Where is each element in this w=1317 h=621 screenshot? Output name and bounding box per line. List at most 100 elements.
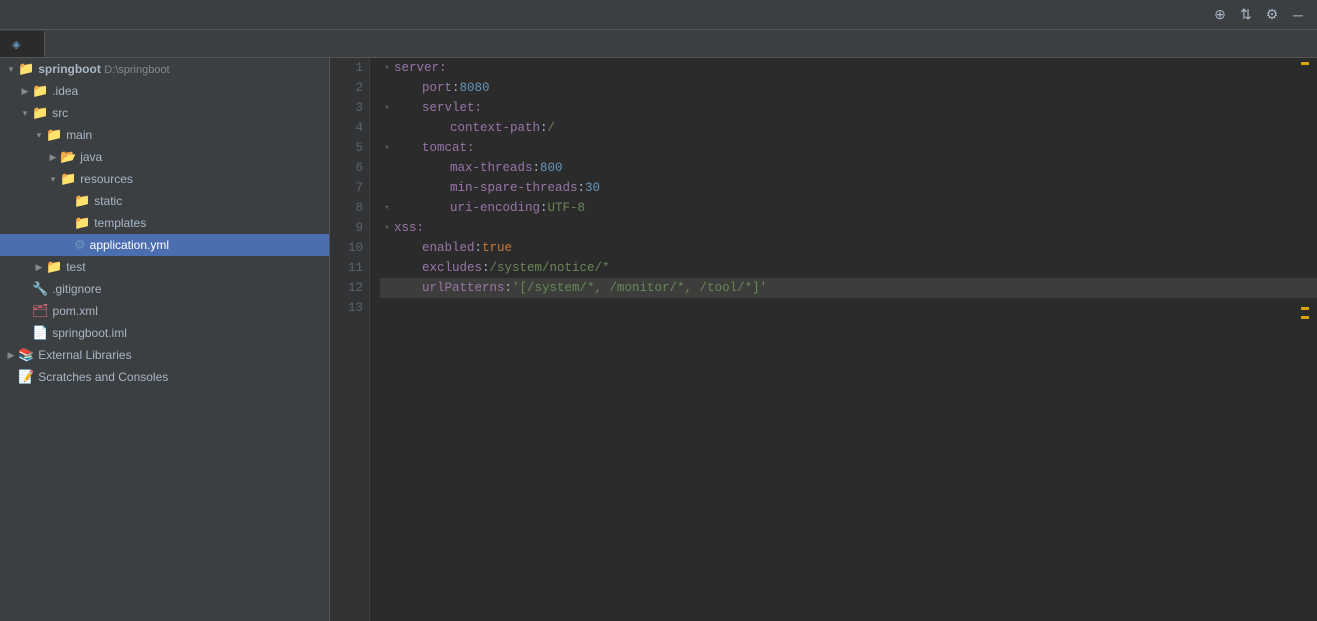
tree-arrow-java: ▶: [46, 152, 60, 163]
sidebar-item-src[interactable]: ▾📁src: [0, 102, 329, 124]
line-number-4: 4: [336, 118, 363, 138]
tree-label-springboot: springboot D:\springboot: [38, 62, 169, 76]
code-line-12: urlPatterns: '[/system/*, /monitor/*, /t…: [380, 278, 1317, 298]
code-line-9: ▾xss:: [380, 218, 1317, 238]
folder-icon: 📁: [46, 259, 62, 275]
sidebar-item-java[interactable]: ▶📂java: [0, 146, 329, 168]
sidebar: ▾📁springboot D:\springboot▶📁.idea▾📁src▾📁…: [0, 58, 330, 621]
token: uri-encoding: [450, 198, 540, 218]
token: :: [475, 238, 483, 258]
line-number-10: 10: [336, 238, 363, 258]
line-number-5: 5: [336, 138, 363, 158]
sidebar-item-pom.xml[interactable]: 🗂pom.xml: [0, 300, 329, 322]
code-line-13: [380, 298, 1317, 318]
token: 800: [540, 158, 563, 178]
margin-mark-yellow: [1301, 62, 1309, 65]
sidebar-item-external-libraries[interactable]: ▶📚 External Libraries: [0, 344, 329, 366]
line-number-3: 3: [336, 98, 363, 118]
token: /system/notice/*: [490, 258, 610, 278]
ext-lib-icon: 📚: [18, 347, 34, 363]
code-line-11: excludes: /system/notice/*: [380, 258, 1317, 278]
tree-label-external-libraries: External Libraries: [38, 348, 131, 362]
token: :: [482, 258, 490, 278]
fold-btn-5[interactable]: ▾: [380, 138, 394, 158]
tree-label-gitignore: .gitignore: [52, 282, 101, 296]
code-line-7: min-spare-threads: 30: [380, 178, 1317, 198]
sidebar-item-test[interactable]: ▶📁test: [0, 256, 329, 278]
tree-arrow-test: ▶: [32, 262, 46, 273]
yml-file-icon: ⚙: [74, 237, 86, 253]
line-number-12: 12: [336, 278, 363, 298]
title-bar: ⊕ ⇅ ⚙ ─: [0, 0, 1317, 30]
token: :: [505, 278, 513, 298]
tree-arrow-main: ▾: [32, 130, 46, 141]
code-area[interactable]: ▾server:port: 8080▾servlet:context-path:…: [370, 58, 1317, 621]
token: 8080: [460, 78, 490, 98]
line-number-8: 8: [336, 198, 363, 218]
gitignore-icon: 🔧: [32, 281, 48, 297]
sidebar-item-gitignore[interactable]: 🔧 .gitignore: [0, 278, 329, 300]
code-line-8: ▾uri-encoding: UTF-8: [380, 198, 1317, 218]
sidebar-item-idea[interactable]: ▶📁.idea: [0, 80, 329, 102]
minimize-icon[interactable]: ─: [1287, 4, 1309, 26]
fold-btn-8[interactable]: ▾: [380, 198, 394, 218]
token: enabled: [422, 238, 475, 258]
sidebar-item-resources[interactable]: ▾📁 resources: [0, 168, 329, 190]
token: true: [482, 238, 512, 258]
sidebar-item-main[interactable]: ▾📁main: [0, 124, 329, 146]
layout-icon[interactable]: ⇅: [1235, 4, 1257, 26]
token: 30: [585, 178, 600, 198]
tree-arrow-idea: ▶: [18, 86, 32, 97]
folder-icon: 📁: [74, 215, 90, 231]
sidebar-item-application.yml[interactable]: ⚙ application.yml: [0, 234, 329, 256]
right-margin: [1301, 58, 1309, 319]
token: :: [452, 78, 460, 98]
tab-application-yml[interactable]: ◈: [0, 31, 45, 57]
token: :: [578, 178, 586, 198]
token: min-spare-threads: [450, 178, 578, 198]
code-line-2: port: 8080: [380, 78, 1317, 98]
resources-folder-icon: 📁: [60, 171, 76, 187]
line-number-2: 2: [336, 78, 363, 98]
tree-label-idea: .idea: [52, 84, 78, 98]
tree-arrow-resources: ▾: [46, 174, 60, 185]
line-numbers: 12345678910111213: [330, 58, 370, 621]
margin-mark-spacer: [1301, 307, 1309, 310]
settings-icon[interactable]: ⚙: [1261, 4, 1283, 26]
token: /: [548, 118, 556, 138]
fold-btn-9[interactable]: ▾: [380, 218, 394, 238]
folder-icon: 📁: [74, 193, 90, 209]
token: context-path: [450, 118, 540, 138]
sidebar-item-scratches[interactable]: 📝Scratches and Consoles: [0, 366, 329, 388]
sidebar-item-templates[interactable]: 📁templates: [0, 212, 329, 234]
tree-label-springboot.iml: springboot.iml: [52, 326, 127, 340]
token: excludes: [422, 258, 482, 278]
tree-arrow-external-libraries: ▶: [4, 350, 18, 361]
line-number-13: 13: [336, 298, 363, 318]
line-number-9: 9: [336, 218, 363, 238]
line-number-1: 1: [336, 58, 363, 78]
tree-label-application.yml: application.yml: [90, 238, 169, 252]
tree-label-resources: resources: [80, 172, 133, 186]
sidebar-item-springboot[interactable]: ▾📁springboot D:\springboot: [0, 58, 329, 80]
editor-content[interactable]: 12345678910111213 ▾server:port: 8080▾ser…: [330, 58, 1317, 621]
token: '[/system/*, /monitor/*, /tool/*]': [512, 278, 767, 298]
line-number-7: 7: [336, 178, 363, 198]
project-icon: 📁: [18, 61, 34, 77]
tab-bar: ◈: [0, 30, 1317, 58]
add-content-icon[interactable]: ⊕: [1209, 4, 1231, 26]
pom-icon: 🗂: [32, 303, 49, 319]
fold-btn-1[interactable]: ▾: [380, 58, 394, 78]
scratch-icon: 📝: [18, 369, 34, 385]
folder-icon: 📁: [32, 105, 48, 121]
token: tomcat:: [422, 138, 475, 158]
margin-mark-orange-2: [1301, 316, 1309, 319]
token: :: [533, 158, 541, 178]
token: max-threads: [450, 158, 533, 178]
token: :: [540, 118, 548, 138]
sidebar-item-static[interactable]: 📁static: [0, 190, 329, 212]
fold-btn-3[interactable]: ▾: [380, 98, 394, 118]
sidebar-item-springboot.iml[interactable]: 📄springboot.iml: [0, 322, 329, 344]
tab-yml-icon: ◈: [12, 38, 20, 51]
token: port: [422, 78, 452, 98]
